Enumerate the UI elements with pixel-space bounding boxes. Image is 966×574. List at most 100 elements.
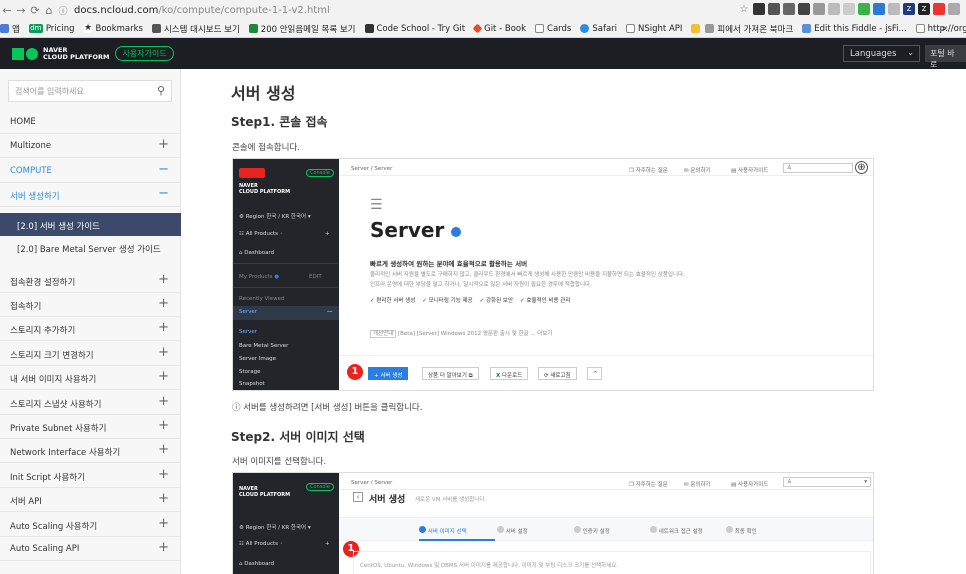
back-icon[interactable]: ‹ xyxy=(353,492,363,502)
bookmark-item[interactable]: Safari xyxy=(580,24,617,34)
sidebar-item[interactable]: Private Subnet 사용하기 + xyxy=(0,415,181,439)
sidebar-item[interactable]: 스토리지 크기 변경하기 + xyxy=(0,342,181,366)
help-icon[interactable] xyxy=(451,226,462,237)
bookmark-item[interactable]: 앱 xyxy=(0,23,20,35)
bookmark-item[interactable]: Code School - Try Git xyxy=(364,24,465,34)
info-icon[interactable]: ⓘ xyxy=(56,4,70,17)
faq-link[interactable]: ❐ 자주하는 질문 xyxy=(629,480,668,488)
sidebar-item[interactable]: 서버 API + xyxy=(0,488,181,513)
bookmark-item[interactable]: http://orguser.naver... xyxy=(915,24,966,34)
sidebar-item[interactable]: 스토리지 추가하기 + xyxy=(0,317,181,342)
wizard-step-active[interactable]: 서버 이미지 선택 xyxy=(419,526,467,535)
faq-link[interactable]: ❐ 자주하는 질문 xyxy=(629,166,668,174)
sidebar-subitem-active[interactable]: [2.0] 서버 생성 가이드 xyxy=(0,212,181,236)
star-icon[interactable]: ☆ xyxy=(738,3,750,15)
extension-icon[interactable] xyxy=(888,3,900,15)
expand-icon[interactable]: + xyxy=(158,540,169,555)
collapse-button[interactable]: ^ xyxy=(587,367,602,380)
extension-icon[interactable] xyxy=(768,3,780,15)
reload-icon[interactable]: ⟳ xyxy=(28,4,42,17)
sidebar-item[interactable]: COMPUTE − xyxy=(0,159,181,183)
sidebar-item[interactable]: Network Interface 사용하기 + xyxy=(0,439,181,464)
extension-icon[interactable] xyxy=(858,3,870,15)
search-icon[interactable]: ⚲ xyxy=(157,84,165,97)
inquiry-link[interactable]: ✉ 문의하기 xyxy=(684,166,711,174)
extension-icon[interactable] xyxy=(948,3,960,15)
sidebar-item[interactable]: Auto Scaling 사용하기 + xyxy=(0,513,181,537)
expand-icon[interactable]: + xyxy=(158,137,169,152)
expand-icon[interactable]: + xyxy=(158,320,169,335)
sidebar-item[interactable]: 접속하기 + xyxy=(0,293,181,317)
console-dashboard[interactable]: ⌂ Dashboard xyxy=(239,250,274,256)
sidebar-item[interactable]: 내 서버 이미지 사용하기 + xyxy=(0,366,181,391)
wizard-step[interactable]: 인증키 설정 xyxy=(574,526,610,535)
expand-icon[interactable]: + xyxy=(158,442,169,457)
expand-icon[interactable]: + xyxy=(158,369,169,384)
url-field[interactable]: docs.ncloud.com/ko/compute/compute-1-1-v… xyxy=(74,5,330,16)
expand-icon[interactable]: + xyxy=(158,516,169,531)
console-breadcrumb[interactable]: Server / Server xyxy=(351,480,392,486)
extension-icon[interactable] xyxy=(873,3,885,15)
user-guide-badge[interactable]: 사용자가이드 xyxy=(115,46,174,61)
wizard-step[interactable]: 최종 확인 xyxy=(726,526,757,535)
console-server-active[interactable]: Server − xyxy=(233,306,339,320)
expand-icon[interactable]: + xyxy=(158,296,169,311)
console-server-child[interactable]: Snapshot xyxy=(239,381,265,387)
bookmark-item[interactable]: 시스템 대시보드 보기 xyxy=(151,23,240,35)
bookmark-item[interactable]: ★ Bookmarks xyxy=(83,24,143,34)
console-server-child[interactable]: Storage xyxy=(239,369,261,375)
console-server-child[interactable]: Server Image xyxy=(239,356,276,362)
forward-icon[interactable]: → xyxy=(14,4,28,17)
create-server-button[interactable]: + 서버 생성 xyxy=(368,367,409,380)
sidebar-item[interactable]: HOME xyxy=(0,110,181,134)
bookmark-item[interactable]: NSight API xyxy=(626,24,682,34)
extension-icon[interactable] xyxy=(798,3,810,15)
bookmark-item[interactable]: Edit this Fiddle - jsFi... xyxy=(802,24,907,34)
sidebar-item[interactable]: 스토리지 스냅샷 사용하기 + xyxy=(0,391,181,415)
expand-icon[interactable]: + xyxy=(158,467,169,482)
console-breadcrumb[interactable]: Server / Server xyxy=(351,166,392,172)
refresh-button[interactable]: ⟳ 새로고침 xyxy=(538,367,577,380)
sidebar-item[interactable]: Auto Scaling API + xyxy=(0,537,181,561)
bookmark-item[interactable]: 피에서 가져온 북마크 xyxy=(691,23,793,35)
console-search-input[interactable]: ♙ ▾ xyxy=(783,477,871,487)
bookmark-item[interactable]: 200 안읽음메일 목록 보기 xyxy=(248,23,356,35)
crosshair-icon[interactable]: ⊕ xyxy=(855,161,868,174)
inquiry-link[interactable]: ✉ 문의하기 xyxy=(684,480,711,488)
sidebar-item[interactable]: 접속환경 설정하기 + xyxy=(0,269,181,293)
console-all-products[interactable]: ☷ All Products • + xyxy=(239,541,330,547)
wizard-step[interactable]: 네트워크 접근 설정 xyxy=(650,526,703,535)
console-my-products[interactable]: My Products ● EDIT xyxy=(239,274,322,280)
sidebar-item[interactable]: Init Script 사용하기 + xyxy=(0,464,181,488)
sidebar-item[interactable]: 서버 생성하기 − xyxy=(0,183,181,208)
extension-icon[interactable]: Z xyxy=(903,3,915,15)
language-select[interactable]: Languages ⌄ xyxy=(843,45,920,62)
extension-icon[interactable] xyxy=(813,3,825,15)
extension-icon[interactable] xyxy=(843,3,855,15)
collapse-icon[interactable]: − xyxy=(158,162,169,177)
extension-icon[interactable] xyxy=(753,3,765,15)
bookmark-item[interactable]: Cards xyxy=(535,24,571,34)
extension-icon[interactable] xyxy=(828,3,840,15)
console-notice[interactable]: 개선안내 [Beta] [Server] Windows 2012 영문판 출시… xyxy=(370,329,553,338)
collapse-icon[interactable]: − xyxy=(158,186,169,201)
console-server-child[interactable]: Bare Metal Server xyxy=(239,343,288,349)
console-region[interactable]: ⚙ Region 한국 / KR 한국어 ▾ xyxy=(239,212,311,220)
extension-icon[interactable] xyxy=(783,3,795,15)
extension-icon[interactable]: Z xyxy=(918,3,930,15)
learn-more-button[interactable]: 상품 더 알아보기 ⧉ xyxy=(422,367,479,380)
expand-icon[interactable]: + xyxy=(158,418,169,433)
expand-icon[interactable]: + xyxy=(158,491,169,506)
bookmarks-overflow[interactable]: » xyxy=(942,24,947,34)
download-button[interactable]: X 다운로드 xyxy=(490,367,529,380)
guide-link[interactable]: ▤ 사용자가이드 xyxy=(731,166,768,174)
bookmark-item[interactable]: dm Pricing xyxy=(28,24,74,34)
bookmark-item[interactable]: Git - Book xyxy=(472,24,526,34)
wizard-step[interactable]: 서버 설정 xyxy=(497,526,528,535)
expand-icon[interactable]: + xyxy=(158,272,169,287)
extension-icon[interactable] xyxy=(933,3,945,15)
portal-button[interactable]: 포털 바로 xyxy=(925,45,966,69)
console-region[interactable]: ⚙ Region 한국 / KR 한국어 ▾ xyxy=(239,523,311,531)
console-server-child[interactable]: Server xyxy=(239,329,257,335)
sidebar-item[interactable]: Multizone + xyxy=(0,134,181,159)
